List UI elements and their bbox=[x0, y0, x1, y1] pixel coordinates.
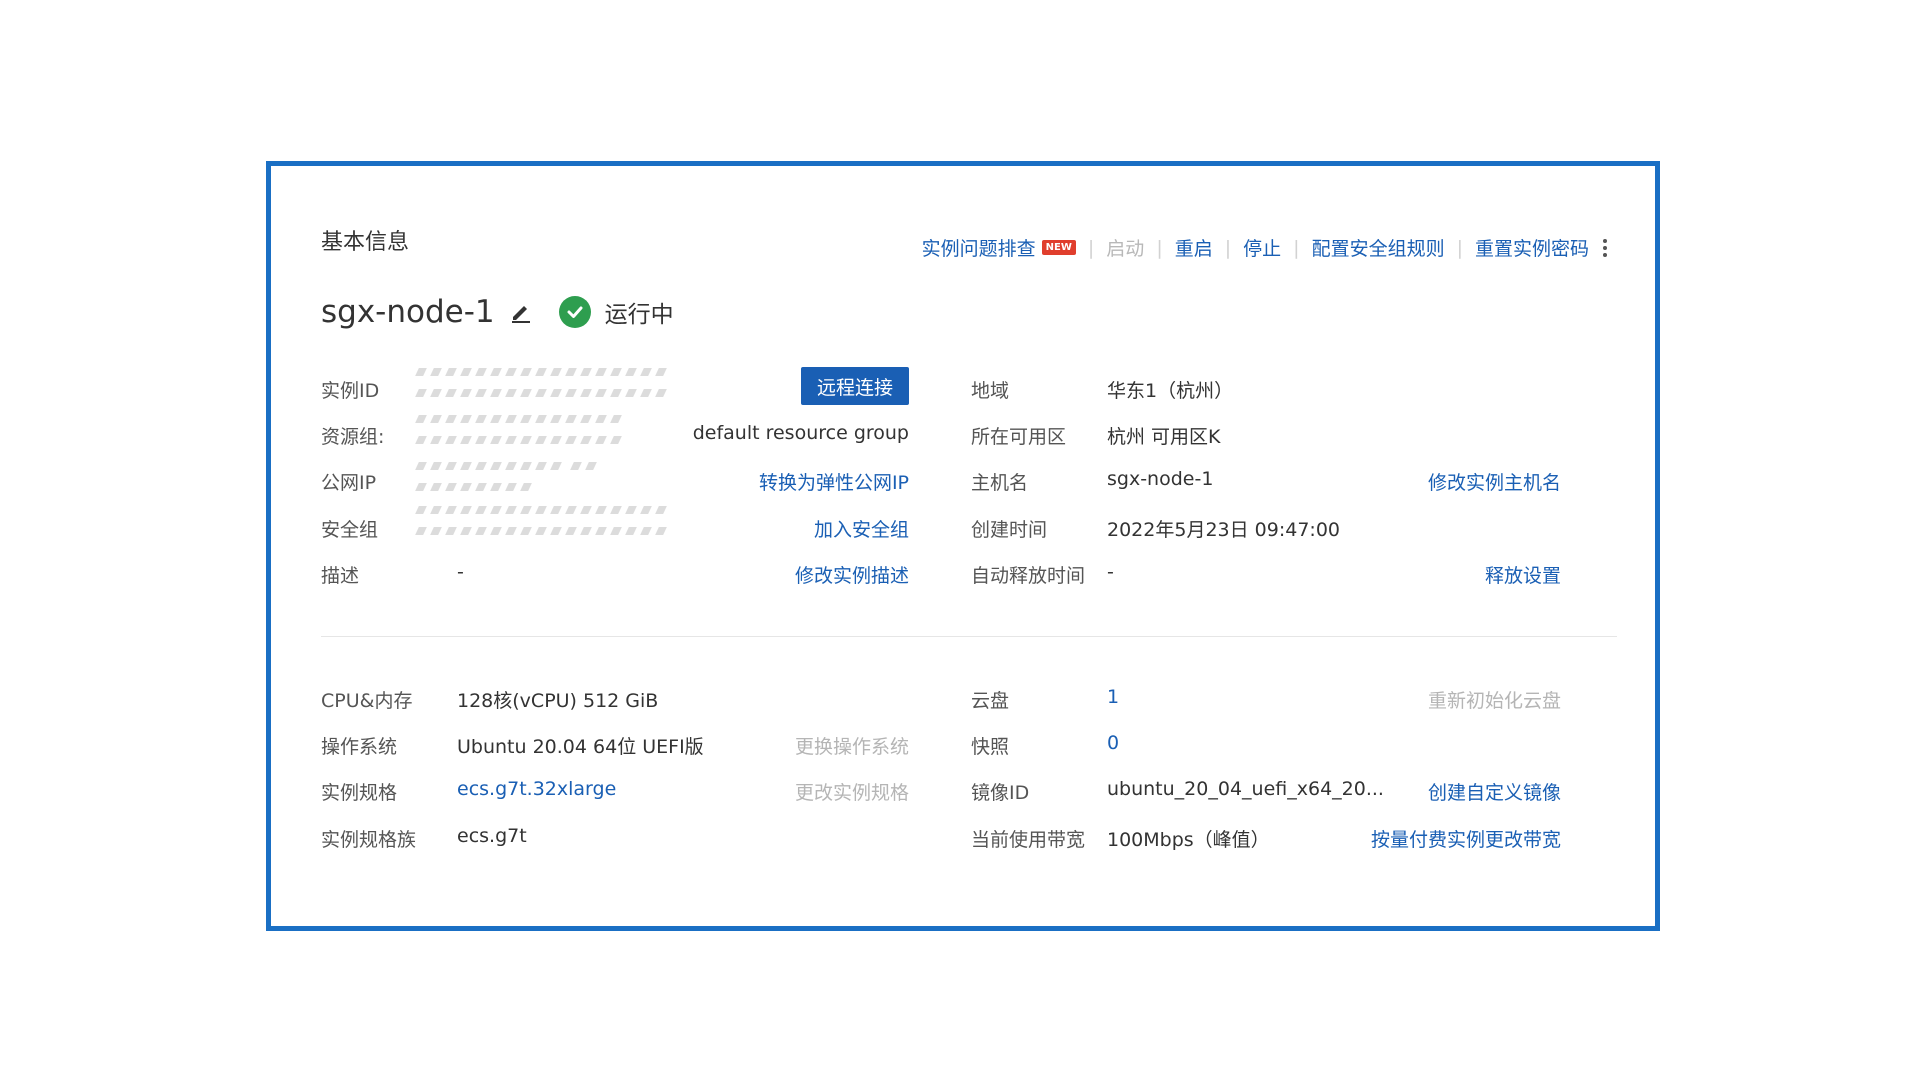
spec-family-label: 实例规格族 bbox=[321, 829, 417, 851]
section-title: 基本信息 bbox=[321, 230, 410, 255]
auto-release-label: 自动释放时间 bbox=[971, 565, 1086, 587]
section-divider bbox=[321, 636, 1617, 637]
description-value: - bbox=[457, 561, 464, 583]
reinit-disk-link: 重新初始化云盘 bbox=[1427, 690, 1561, 712]
modify-hostname-link[interactable]: 修改实例主机名 bbox=[1301, 468, 1561, 495]
hostname-value: sgx-node-1 bbox=[1107, 468, 1214, 490]
snapshot-label: 快照 bbox=[971, 736, 1010, 758]
resource-group-label: 资源组: bbox=[321, 426, 385, 448]
release-settings-link[interactable]: 释放设置 bbox=[1301, 561, 1561, 588]
bandwidth-label: 当前使用带宽 bbox=[971, 829, 1086, 851]
reset-password-link[interactable]: 重置实例密码 bbox=[1475, 234, 1589, 261]
redacted-resource-group bbox=[415, 415, 627, 457]
cpu-memory-value: 128核(vCPU) 512 GiB bbox=[457, 690, 659, 712]
create-custom-image-link[interactable]: 创建自定义镜像 bbox=[1301, 778, 1561, 805]
zone-label: 所在可用区 bbox=[971, 426, 1067, 448]
public-ip-label: 公网IP bbox=[321, 472, 377, 494]
instance-title-row: sgx-node-1 运行中 bbox=[321, 294, 674, 330]
restart-button[interactable]: 重启 bbox=[1175, 234, 1213, 261]
cpu-memory-label: CPU&内存 bbox=[321, 690, 413, 712]
instance-name: sgx-node-1 bbox=[321, 294, 495, 330]
region-value: 华东1（杭州） bbox=[1107, 380, 1234, 402]
toolbar-separator: | bbox=[1293, 236, 1300, 259]
troubleshoot-link[interactable]: 实例问题排查 bbox=[922, 234, 1036, 261]
image-id-label: 镜像ID bbox=[971, 782, 1030, 804]
instance-spec-link[interactable]: ecs.g7t.32xlarge bbox=[457, 778, 616, 800]
redacted-security-group bbox=[415, 506, 677, 548]
modify-description-link[interactable]: 修改实例描述 bbox=[651, 561, 909, 588]
stop-button[interactable]: 停止 bbox=[1243, 234, 1281, 261]
cloud-disk-count-link[interactable]: 1 bbox=[1107, 686, 1119, 708]
toolbar-separator: | bbox=[1224, 236, 1232, 259]
join-security-group-link[interactable]: 加入安全组 bbox=[651, 515, 909, 542]
config-security-rules-link[interactable]: 配置安全组规则 bbox=[1312, 234, 1445, 261]
status-text: 运行中 bbox=[604, 302, 674, 328]
more-options-icon[interactable] bbox=[1603, 238, 1607, 257]
auto-release-value: - bbox=[1107, 561, 1114, 583]
resource-group-value: default resource group bbox=[692, 422, 909, 444]
instance-spec-label: 实例规格 bbox=[321, 782, 398, 804]
instance-id-label: 实例ID bbox=[321, 380, 380, 402]
toolbar-separator: | bbox=[1156, 236, 1163, 259]
created-time-value: 2022年5月23日 09:47:00 bbox=[1107, 519, 1340, 541]
snapshot-count-link[interactable]: 0 bbox=[1107, 732, 1119, 754]
toolbar-separator: | bbox=[1087, 236, 1095, 259]
created-time-label: 创建时间 bbox=[971, 519, 1048, 541]
basic-info-panel: 基本信息 实例问题排查 NEW | 启动 | 重启 | 停止 | 配置安全组规则… bbox=[266, 161, 1660, 931]
change-spec-link: 更改实例规格 bbox=[794, 782, 909, 804]
redacted-instance-id bbox=[415, 368, 677, 410]
region-label: 地域 bbox=[971, 380, 1010, 402]
change-bandwidth-link[interactable]: 按量付费实例更改带宽 bbox=[1301, 825, 1561, 852]
cloud-disk-label: 云盘 bbox=[971, 690, 1010, 712]
bandwidth-value: 100Mbps（峰值） bbox=[1107, 829, 1270, 851]
security-group-label: 安全组 bbox=[321, 519, 379, 541]
zone-value: 杭州 可用区K bbox=[1107, 426, 1221, 448]
check-circle-icon bbox=[558, 296, 591, 328]
remote-connect-button[interactable]: 远程连接 bbox=[801, 367, 909, 405]
toolbar-separator: | bbox=[1456, 236, 1463, 259]
spec-family-value: ecs.g7t bbox=[457, 825, 527, 847]
change-os-link: 更换操作系统 bbox=[794, 736, 909, 758]
start-button: 启动 bbox=[1106, 238, 1145, 260]
edit-icon[interactable] bbox=[509, 300, 533, 324]
redacted-public-ip bbox=[415, 462, 617, 504]
action-toolbar: 实例问题排查 NEW | 启动 | 重启 | 停止 | 配置安全组规则 | 重置… bbox=[922, 234, 1607, 261]
os-label: 操作系统 bbox=[321, 736, 398, 758]
hostname-label: 主机名 bbox=[971, 472, 1029, 494]
new-badge: NEW bbox=[1041, 240, 1076, 255]
description-label: 描述 bbox=[321, 565, 360, 587]
convert-eip-link[interactable]: 转换为弹性公网IP bbox=[651, 468, 909, 495]
